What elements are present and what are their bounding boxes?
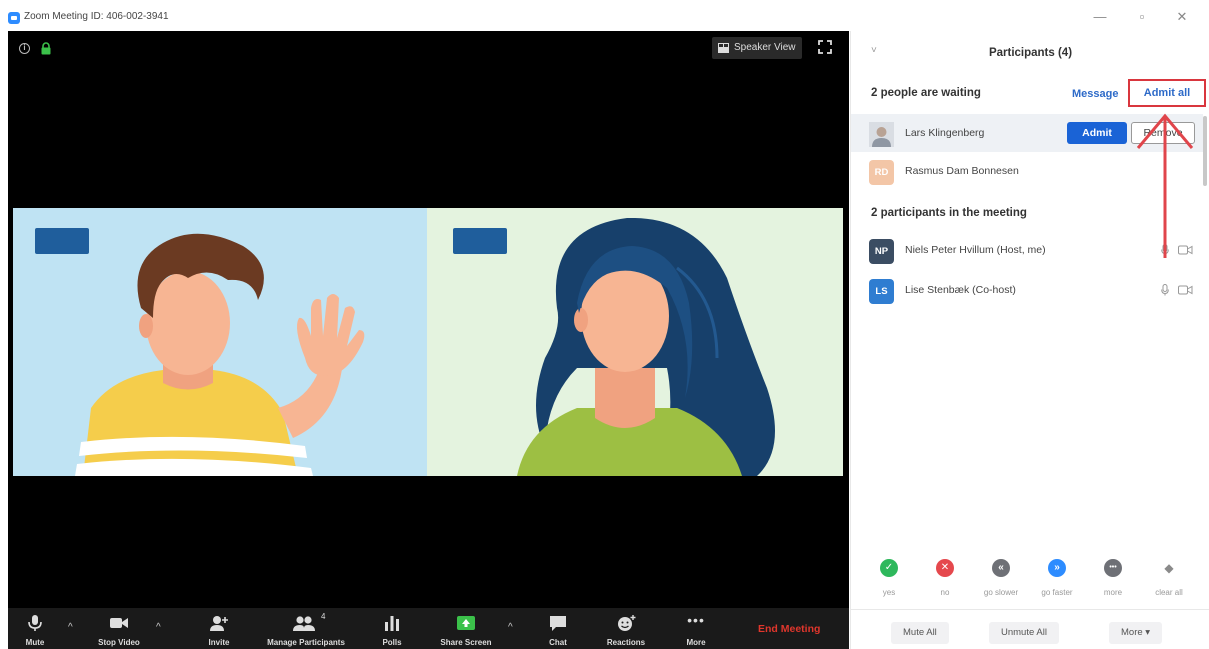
rewind-icon: « [992, 559, 1010, 577]
info-icon[interactable]: i [19, 43, 30, 54]
video-tiles [13, 208, 843, 476]
add-user-icon [210, 616, 228, 631]
share-screen-label: Share Screen [440, 638, 492, 647]
close-icon[interactable]: ✕ [1167, 8, 1197, 26]
polls-label: Polls [382, 638, 402, 647]
reactions-label: Reactions [606, 638, 646, 647]
bar-chart-icon [385, 616, 399, 631]
feedback-label: clear all [1155, 588, 1183, 597]
speaker-view-button[interactable]: Speaker View [712, 37, 802, 59]
feedback-yes-button[interactable]: ✓ yes [861, 554, 917, 602]
avatar [869, 122, 894, 147]
manage-participants-label: Manage Participants [267, 638, 345, 647]
check-icon: ✓ [880, 559, 898, 577]
share-screen-icon [457, 616, 475, 630]
admit-all-button[interactable]: Admit all [1128, 79, 1206, 107]
feedback-label: go slower [983, 588, 1019, 597]
zoom-logo-icon [8, 12, 20, 24]
panel-scrollbar[interactable] [1203, 116, 1207, 186]
participant-name: Lise Stenbæk (Co-host) [905, 284, 1016, 296]
cross-icon: ✕ [936, 559, 954, 577]
polls-button[interactable]: Polls [372, 608, 412, 649]
chat-button[interactable]: Chat [536, 608, 580, 649]
participant-name: Rasmus Dam Bonnesen [905, 165, 1019, 177]
feedback-label: no [940, 588, 950, 597]
manage-participants-button[interactable]: 4 Manage Participants [253, 608, 359, 649]
feedback-label: go faster [1041, 588, 1073, 597]
title-bar: Zoom Meeting ID: 406-002-3941 — ▫ ✕ [0, 0, 1209, 30]
participants-icon [293, 616, 315, 631]
annotation-arrow-icon [1136, 113, 1194, 258]
mute-label: Mute [25, 638, 45, 647]
stop-video-button[interactable]: Stop Video [83, 608, 155, 649]
chat-icon [550, 616, 566, 631]
mute-button[interactable]: Mute [10, 608, 60, 649]
feedback-go-slower-button[interactable]: « go slower [973, 554, 1029, 602]
woman-illustration [517, 217, 775, 476]
panel-title: Participants (4) [988, 47, 1073, 59]
zoom-window: Zoom Meeting ID: 406-002-3941 — ▫ ✕ i Sp… [0, 0, 1209, 649]
avatar: NP [869, 239, 894, 264]
minimize-icon[interactable]: — [1085, 8, 1115, 26]
audio-options-caret[interactable]: ^ [68, 622, 73, 633]
unmute-all-button[interactable]: Unmute All [989, 622, 1059, 644]
speaker-view-label: Speaker View [734, 42, 796, 53]
participant-row-lise[interactable]: LS Lise Stenbæk (Co-host) [851, 271, 1203, 309]
avatar: LS [869, 279, 894, 304]
reaction-icon [618, 615, 636, 631]
video-camera-icon[interactable] [1178, 285, 1193, 295]
mute-all-button[interactable]: Mute All [891, 622, 949, 644]
waiting-room-header: 2 people are waiting [871, 87, 981, 99]
more-icon: ••• [687, 612, 705, 628]
panel-footer: Mute All Unmute All More ▾ [851, 609, 1209, 649]
message-waiting-link[interactable]: Message [1072, 88, 1118, 100]
more-label: More [686, 638, 706, 647]
eraser-icon: ◆ [1164, 561, 1174, 575]
fullscreen-icon[interactable] [818, 40, 832, 54]
grid-icon [718, 43, 729, 53]
share-options-caret[interactable]: ^ [508, 622, 513, 633]
lock-icon[interactable] [41, 42, 51, 55]
feedback-label: yes [882, 588, 896, 597]
reactions-button[interactable]: Reactions [598, 608, 654, 649]
in-meeting-header: 2 participants in the meeting [871, 207, 1027, 219]
feedback-more-button[interactable]: ••• more [1085, 554, 1141, 602]
feedback-clear-all-button[interactable]: ◆ clear all [1141, 554, 1197, 602]
admit-button[interactable]: Admit [1067, 122, 1127, 144]
more-button[interactable]: ••• More [674, 608, 718, 649]
meeting-toolbar: Mute ^ Stop Video ^ Invite 4 Manage Part… [8, 608, 849, 649]
feedback-go-faster-button[interactable]: » go faster [1029, 554, 1085, 602]
restore-icon[interactable]: ▫ [1127, 8, 1157, 26]
video-tile-man[interactable] [13, 208, 427, 476]
mic-icon[interactable] [1161, 284, 1169, 296]
feedback-label: more [1103, 588, 1123, 597]
chat-label: Chat [549, 638, 567, 647]
invite-label: Invite [208, 638, 230, 647]
participant-count-badge: 4 [321, 612, 326, 621]
avatar: RD [869, 160, 894, 185]
participant-name: Lars Klingenberg [905, 127, 985, 139]
man-waving-illustration [75, 233, 365, 476]
feedback-no-button[interactable]: ✕ no [917, 554, 973, 602]
more-dots-icon: ••• [1104, 559, 1122, 577]
window-title: Zoom Meeting ID: 406-002-3941 [24, 11, 169, 22]
video-area: i Speaker View [8, 31, 849, 608]
panel-more-button[interactable]: More ▾ [1109, 622, 1163, 644]
nonverbal-feedback-bar: ✓ yes ✕ no « go slower » go faster ••• m… [861, 554, 1201, 602]
participant-name: Niels Peter Hvillum (Host, me) [905, 244, 1046, 256]
end-meeting-button[interactable]: End Meeting [758, 623, 820, 635]
video-camera-icon [110, 618, 128, 628]
invite-button[interactable]: Invite [193, 608, 245, 649]
mic-icon [28, 615, 42, 631]
video-options-caret[interactable]: ^ [156, 622, 161, 633]
video-tile-woman[interactable] [427, 208, 843, 476]
fast-forward-icon: » [1048, 559, 1066, 577]
stop-video-label: Stop Video [98, 638, 140, 647]
share-screen-button[interactable]: Share Screen [426, 608, 506, 649]
